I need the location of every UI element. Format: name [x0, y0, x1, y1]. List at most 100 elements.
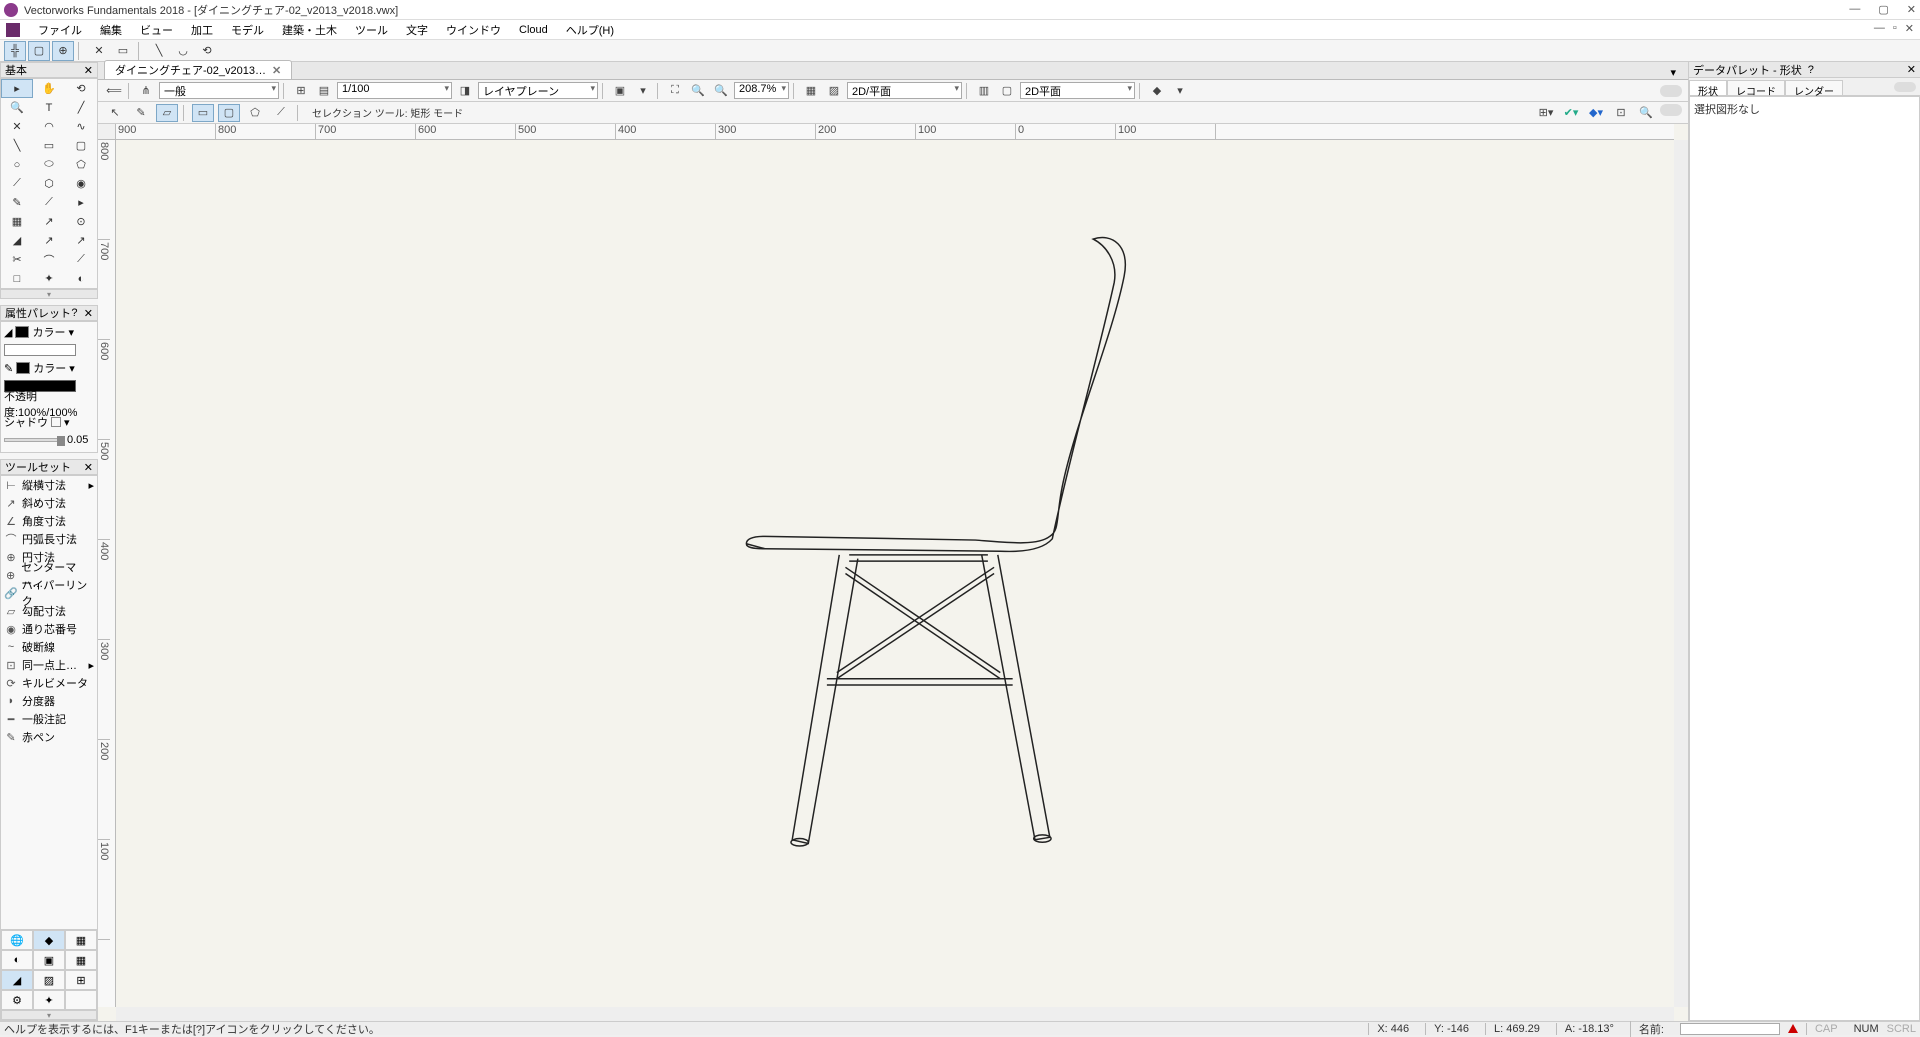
rect-tool-icon[interactable]: ▭: [33, 136, 65, 155]
ruler-horizontal[interactable]: 900 800 700 600 500 400 300 200 100 0 10…: [116, 124, 1674, 140]
rounded-rect-icon[interactable]: ▢: [65, 136, 97, 155]
line-weight-slider[interactable]: [4, 438, 64, 442]
snap-distance-icon[interactable]: ⟲: [196, 41, 218, 61]
status-name-input[interactable]: [1680, 1023, 1780, 1035]
close-icon[interactable]: ✕: [1907, 63, 1916, 76]
snap-angle-icon[interactable]: ⊕: [52, 41, 74, 61]
fill-swatch[interactable]: [15, 326, 29, 338]
dropdown-icon[interactable]: ▾: [64, 416, 70, 429]
insert-icon[interactable]: ↗: [33, 212, 65, 231]
dropdown-icon[interactable]: ▾: [633, 82, 653, 100]
menu-file[interactable]: ファイル: [30, 20, 90, 40]
mdi-restore-button[interactable]: ▫: [1893, 22, 1897, 35]
maximize-button[interactable]: ▢: [1878, 3, 1888, 16]
fill-icon[interactable]: ◢: [4, 326, 12, 339]
eyedropper-icon[interactable]: ✎: [1, 193, 33, 212]
toolset-tab[interactable]: ◢: [1, 970, 33, 990]
snap-smart-icon[interactable]: ▭: [112, 41, 134, 61]
symbol-tool-icon[interactable]: ▦: [1, 212, 33, 231]
tab-shape[interactable]: 形状: [1689, 80, 1727, 95]
unified-view-icon[interactable]: ▦: [801, 82, 821, 100]
shadow-checkbox[interactable]: [51, 417, 61, 427]
menu-edit[interactable]: 編集: [92, 20, 130, 40]
collapse-pill[interactable]: [1660, 85, 1682, 97]
cube-icon[interactable]: ◆▾: [1585, 104, 1607, 122]
toolset-tab[interactable]: ◆: [33, 930, 65, 950]
drawing-canvas[interactable]: [116, 140, 1674, 1007]
scrollbar-vertical[interactable]: [1674, 140, 1688, 1007]
data-palette-header[interactable]: データパレット - 形状 ? ✕: [1689, 62, 1920, 78]
zoom-fit-icon[interactable]: ⛶: [665, 82, 685, 100]
zoom-combo[interactable]: 208.7%: [734, 82, 789, 99]
double-line-icon[interactable]: ╲: [1, 136, 33, 155]
toolset-item[interactable]: ⊢縦横寸法▸: [1, 476, 97, 494]
attr-palette-header[interactable]: 属性パレット ? ✕: [0, 305, 98, 321]
palette-handle-icon[interactable]: ▾: [1, 1010, 97, 1020]
attribute-icon[interactable]: ▸: [65, 193, 97, 212]
toolset-item[interactable]: ↗斜め寸法: [1, 494, 97, 512]
render-icon[interactable]: ◆: [1147, 82, 1167, 100]
palette-handle-icon[interactable]: ▾: [0, 289, 98, 299]
layer-icon[interactable]: ⊞: [291, 82, 311, 100]
pen-icon[interactable]: ✎: [4, 362, 13, 375]
reshape-icon[interactable]: □: [1, 269, 33, 288]
menu-help[interactable]: ヘルプ(H): [558, 20, 622, 40]
connect-icon[interactable]: ⟋: [65, 250, 97, 269]
render-combo[interactable]: 2D平面: [1020, 82, 1135, 99]
tab-record[interactable]: レコード: [1727, 80, 1785, 95]
sheet-icon[interactable]: ▤: [314, 82, 334, 100]
plane-icon[interactable]: ▨: [824, 82, 844, 100]
toolset-header[interactable]: ツールセット ✕: [0, 459, 98, 475]
toolset-tab[interactable]: ▣: [33, 950, 65, 970]
multi-view-icon[interactable]: ▥: [974, 82, 994, 100]
dropdown-icon[interactable]: ▾: [1170, 82, 1190, 100]
menu-text[interactable]: 文字: [398, 20, 436, 40]
oval-tool-icon[interactable]: ⬭: [33, 155, 65, 174]
freehand-tool-icon[interactable]: ∿: [65, 117, 97, 136]
align-icon[interactable]: ⊡: [1610, 104, 1632, 122]
toolset-item[interactable]: ◉通り芯番号: [1, 620, 97, 638]
pan-tool-icon[interactable]: ✋: [33, 79, 65, 98]
circle-tool-icon[interactable]: ○: [1, 155, 33, 174]
menu-modify[interactable]: 加工: [183, 20, 221, 40]
dropdown-icon[interactable]: ▾: [69, 362, 75, 375]
regular-poly-icon[interactable]: ⬡: [33, 174, 65, 193]
mode-rect-icon[interactable]: ▭: [192, 104, 214, 122]
line-tool-icon[interactable]: ╱: [65, 98, 97, 117]
view-combo[interactable]: 2D/平面: [847, 82, 962, 99]
close-icon[interactable]: ✕: [272, 64, 281, 77]
document-tab[interactable]: ダイニングチェア-02_v2013… ✕: [104, 60, 292, 79]
single-view-icon[interactable]: ▢: [997, 82, 1017, 100]
close-button[interactable]: ✕: [1907, 3, 1916, 16]
pen-swatch[interactable]: [16, 362, 30, 374]
flyover-tool-icon[interactable]: ⟲: [65, 79, 97, 98]
toolset-item[interactable]: ✎赤ペン: [1, 728, 97, 746]
arc-tool-icon[interactable]: ◠: [33, 117, 65, 136]
text-tool-icon[interactable]: T: [33, 98, 65, 117]
toolset-item[interactable]: 🔗ハイパーリンク: [1, 584, 97, 602]
fillet-icon[interactable]: ↗: [65, 231, 97, 250]
alert-icon[interactable]: [1788, 1024, 1798, 1033]
scrollbar-horizontal[interactable]: [116, 1007, 1674, 1021]
snap-tangent-icon[interactable]: ◡: [172, 41, 194, 61]
zoom-tool-icon[interactable]: 🔍: [1, 98, 33, 117]
snap-object-icon[interactable]: ▢: [28, 41, 50, 61]
class-combo[interactable]: 一般: [159, 82, 279, 99]
toolset-item[interactable]: ~破断線: [1, 638, 97, 656]
mode-selection-icon[interactable]: ↖: [104, 104, 126, 122]
menu-arch[interactable]: 建築・土木: [274, 20, 345, 40]
layer-plane-combo[interactable]: レイヤプレーン: [478, 82, 598, 99]
mode-marquee-icon[interactable]: ▱: [156, 104, 178, 122]
trim-icon[interactable]: ✂: [1, 250, 33, 269]
polygon-icon[interactable]: ⬠: [65, 155, 97, 174]
menu-cloud[interactable]: Cloud: [511, 22, 556, 38]
pref-icon[interactable]: ⊞▾: [1535, 104, 1557, 122]
menu-tools[interactable]: ツール: [347, 20, 396, 40]
toolset-tab[interactable]: ◐: [1, 950, 33, 970]
cross-tool-icon[interactable]: ✕: [1, 117, 33, 136]
menu-model[interactable]: モデル: [223, 20, 272, 40]
collapse-pill[interactable]: [1894, 82, 1916, 92]
mdi-close-button[interactable]: ✕: [1905, 22, 1914, 35]
fill-preview[interactable]: [4, 344, 76, 356]
toolset-tab[interactable]: 🌐: [1, 930, 33, 950]
